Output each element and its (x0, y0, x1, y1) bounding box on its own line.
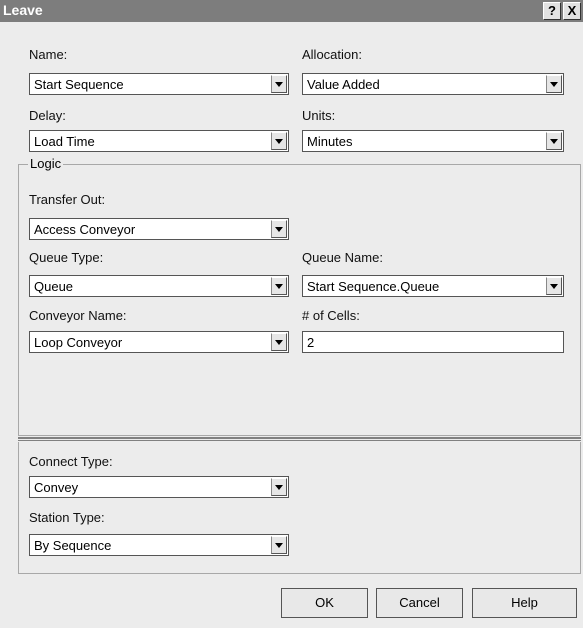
transfer-out-value: Access Conveyor (34, 222, 136, 237)
chevron-down-icon[interactable] (271, 478, 287, 496)
help-button[interactable]: Help (472, 588, 577, 618)
queue-type-value: Queue (34, 279, 74, 294)
num-cells-value: 2 (307, 335, 315, 350)
transfer-out-label: Transfer Out: (29, 192, 106, 207)
title-bar: Leave ? X (0, 0, 583, 22)
cancel-button[interactable]: Cancel (376, 588, 463, 618)
chevron-down-icon[interactable] (271, 220, 287, 238)
station-type-combo[interactable]: By Sequence (29, 534, 289, 556)
units-label: Units: (302, 108, 336, 123)
chevron-down-icon[interactable] (546, 132, 562, 150)
name-label: Name: (29, 47, 68, 62)
connect-type-value: Convey (34, 480, 79, 495)
chevron-down-icon[interactable] (546, 277, 562, 295)
name-value: Start Sequence (34, 77, 124, 92)
chevron-down-icon[interactable] (271, 277, 287, 295)
delay-combo[interactable]: Load Time (29, 130, 289, 152)
queue-name-value: Start Sequence.Queue (307, 279, 440, 294)
station-type-label: Station Type: (29, 510, 105, 525)
leave-dialog: Leave ? X Name: Allocation: Start Sequen… (0, 0, 583, 628)
help-icon[interactable]: ? (543, 2, 561, 20)
transfer-out-combo[interactable]: Access Conveyor (29, 218, 289, 240)
chevron-down-icon[interactable] (271, 75, 287, 93)
units-combo[interactable]: Minutes (302, 130, 564, 152)
name-combo[interactable]: Start Sequence (29, 73, 289, 95)
num-cells-label: # of Cells: (302, 308, 360, 323)
close-icon[interactable]: X (563, 2, 581, 20)
dialog-title: Leave (3, 2, 43, 18)
separator (18, 437, 581, 439)
chevron-down-icon[interactable] (271, 333, 287, 351)
ok-button[interactable]: OK (281, 588, 368, 618)
delay-label: Delay: (29, 108, 66, 123)
queue-name-label: Queue Name: (302, 250, 383, 265)
conveyor-name-value: Loop Conveyor (34, 335, 123, 350)
num-cells-input[interactable]: 2 (302, 331, 564, 353)
conveyor-name-combo[interactable]: Loop Conveyor (29, 331, 289, 353)
allocation-label: Allocation: (302, 47, 362, 62)
allocation-combo[interactable]: Value Added (302, 73, 564, 95)
separator (18, 440, 581, 441)
conveyor-name-label: Conveyor Name: (29, 308, 127, 323)
queue-type-combo[interactable]: Queue (29, 275, 289, 297)
station-type-value: By Sequence (34, 538, 112, 553)
allocation-value: Value Added (307, 77, 380, 92)
queue-name-combo[interactable]: Start Sequence.Queue (302, 275, 564, 297)
units-value: Minutes (307, 134, 353, 149)
chevron-down-icon[interactable] (546, 75, 562, 93)
delay-value: Load Time (34, 134, 95, 149)
chevron-down-icon[interactable] (271, 132, 287, 150)
chevron-down-icon[interactable] (271, 536, 287, 554)
connect-type-label: Connect Type: (29, 454, 113, 469)
logic-legend: Logic (28, 156, 64, 171)
queue-type-label: Queue Type: (29, 250, 104, 265)
connect-type-combo[interactable]: Convey (29, 476, 289, 498)
